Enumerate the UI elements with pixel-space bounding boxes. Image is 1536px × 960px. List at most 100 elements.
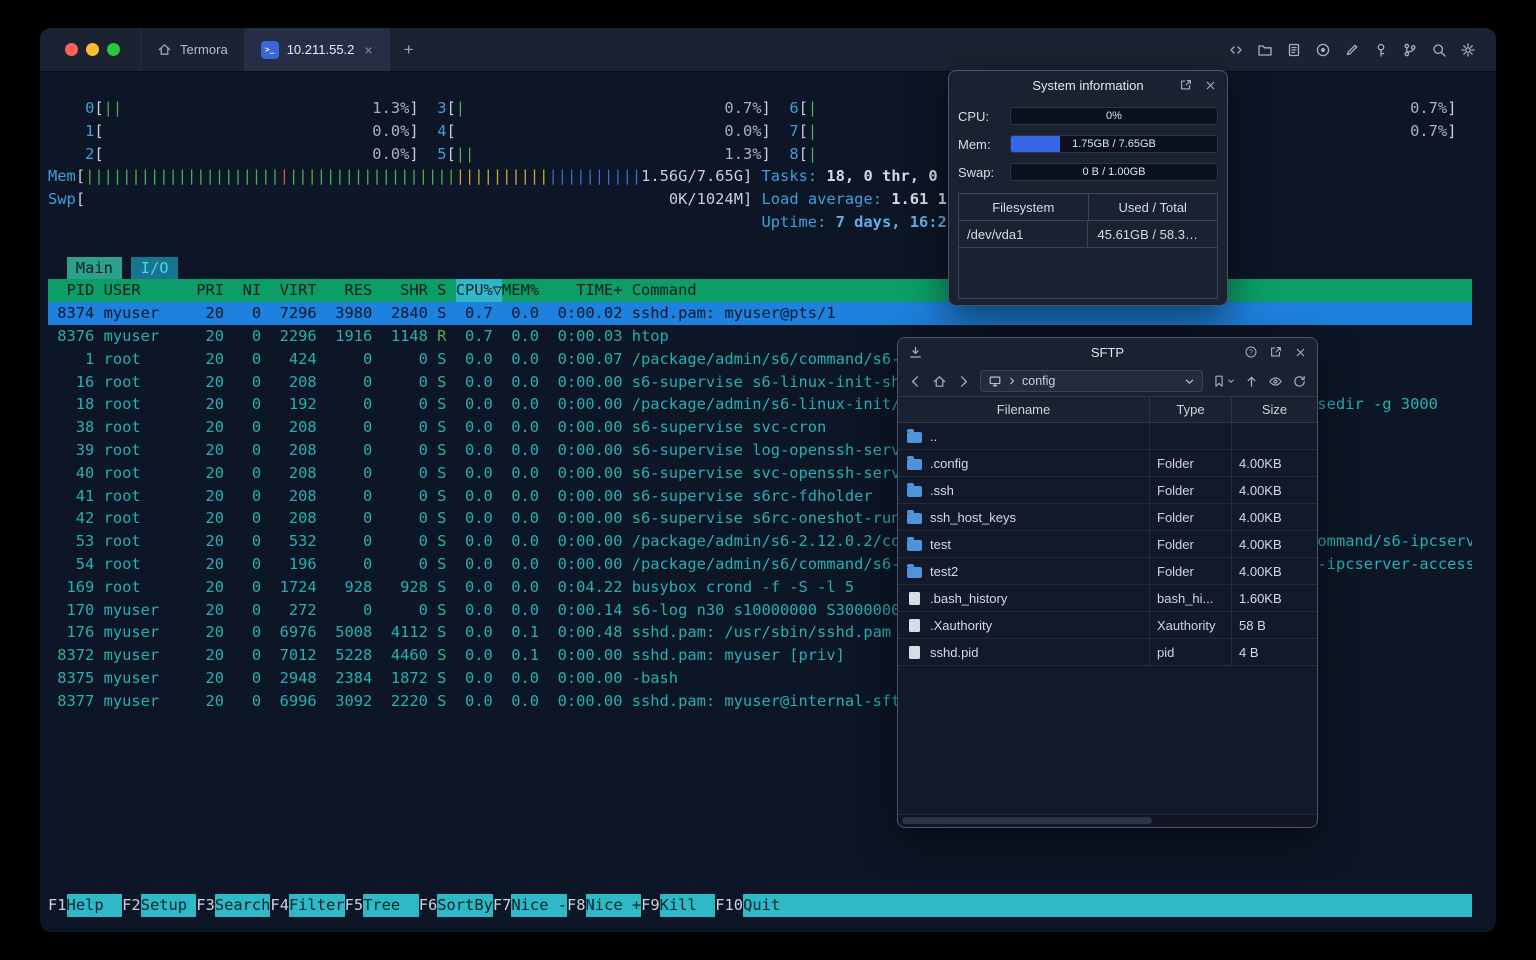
filesystem-usage: 45.61GB / 58.3… xyxy=(1086,221,1218,247)
branch-icon[interactable] xyxy=(1402,42,1418,58)
htop-tab-main[interactable]: Main xyxy=(66,256,123,280)
file-row[interactable]: test Folder 4.00KB xyxy=(898,531,1317,558)
file-type: Folder xyxy=(1149,504,1231,530)
key-icon[interactable] xyxy=(1373,42,1389,58)
script-icon[interactable] xyxy=(1286,42,1302,58)
function-key-button[interactable]: F4 Filter xyxy=(270,894,345,917)
filesystem-name: /dev/vda1 xyxy=(967,226,1024,242)
file-row[interactable]: .bash_history bash_hi... 1.60KB xyxy=(898,585,1317,612)
file-name: .bash_history xyxy=(930,590,1008,606)
file-table: .. .config Folder 4.00KB .ssh Folder 4.0… xyxy=(898,423,1317,666)
open-in-new-window-icon[interactable] xyxy=(1269,345,1283,359)
column-time: TIME+ xyxy=(576,281,623,300)
close-window-button[interactable] xyxy=(65,43,78,56)
uptime-line: Uptime: 7 days, 16:21:15 xyxy=(48,211,1472,234)
filesystem-table: Filesystem Used / Total /dev/vda1 45.61G… xyxy=(958,193,1218,299)
function-key-button[interactable]: F3 Search xyxy=(196,894,270,917)
process-table-header[interactable]: PID USER PRI NI VIRT RES SHR S CPU%▽ MEM… xyxy=(48,279,1472,303)
panel-titlebar[interactable]: System information xyxy=(949,71,1227,99)
file-type-icon xyxy=(907,509,922,524)
file-type-icon xyxy=(909,591,920,605)
open-in-new-window-icon[interactable] xyxy=(1179,78,1193,92)
help-icon[interactable]: ? xyxy=(1244,345,1258,359)
file-size: 4.00KB xyxy=(1231,450,1317,476)
file-size: 4 B xyxy=(1231,639,1317,665)
file-name: .. xyxy=(930,428,938,444)
close-icon[interactable] xyxy=(1294,346,1307,359)
filesystem-row[interactable]: /dev/vda1 45.61GB / 58.3… xyxy=(959,221,1217,248)
panel-title: SFTP xyxy=(1090,344,1125,360)
edit-icon[interactable] xyxy=(1344,42,1360,58)
function-key-button[interactable]: F7 Nice - xyxy=(493,894,567,917)
file-type: Folder xyxy=(1149,450,1231,476)
code-icon[interactable] xyxy=(1228,42,1244,58)
function-key-button[interactable]: F8 Nice + xyxy=(567,894,641,917)
path-breadcrumb[interactable]: config xyxy=(980,370,1203,392)
process-row[interactable]: 8374 myuser 20 0 7296 3980 2840 S 0.7 0.… xyxy=(48,302,1472,325)
minimize-window-button[interactable] xyxy=(86,43,99,56)
close-tab-icon[interactable]: × xyxy=(364,42,372,58)
uptime-label: Uptime: xyxy=(761,212,827,231)
panel-titlebar[interactable]: SFTP ? xyxy=(898,338,1317,366)
file-name: test2 xyxy=(930,563,959,579)
file-row[interactable]: .ssh Folder 4.00KB xyxy=(898,477,1317,504)
horizontal-scrollbar[interactable] xyxy=(899,814,1316,826)
search-icon[interactable] xyxy=(1431,42,1447,58)
tab-termora-home[interactable]: Termora xyxy=(140,28,244,71)
terminal-icon: >_ xyxy=(260,40,279,59)
file-type: bash_hi... xyxy=(1149,585,1231,611)
column-filesystem: Filesystem xyxy=(992,199,1055,215)
swap-label: Swap: xyxy=(958,164,995,180)
folder-icon[interactable] xyxy=(1257,42,1273,58)
close-icon[interactable] xyxy=(1204,79,1217,92)
function-key-button[interactable]: F10 Quit xyxy=(715,894,799,917)
file-name: .Xauthority xyxy=(930,617,993,633)
file-row[interactable]: .. xyxy=(898,423,1317,450)
file-name: test xyxy=(930,536,951,552)
bookmark-button[interactable] xyxy=(1212,374,1235,388)
column-virt: VIRT xyxy=(279,281,317,300)
column-mem: MEM% xyxy=(502,281,540,300)
traffic-lights xyxy=(40,28,140,71)
file-type-icon xyxy=(907,536,922,551)
file-size xyxy=(1231,423,1317,449)
tab-ssh-session[interactable]: >_ 10.211.55.2 × xyxy=(243,28,390,71)
computer-icon xyxy=(988,374,1002,388)
function-key-button[interactable]: F1 Help xyxy=(48,894,123,917)
refresh-icon[interactable] xyxy=(1292,374,1307,389)
function-key-button[interactable]: F9 Kill xyxy=(641,894,716,917)
zoom-window-button[interactable] xyxy=(107,43,120,56)
back-icon[interactable] xyxy=(908,374,923,389)
current-directory: config xyxy=(1022,374,1056,388)
upload-icon[interactable] xyxy=(1244,374,1259,389)
file-type: Xauthority xyxy=(1149,612,1231,638)
function-key-button[interactable]: F6 SortBy xyxy=(419,894,493,917)
file-row[interactable]: .config Folder 4.00KB xyxy=(898,450,1317,477)
htop-tab-io[interactable]: I/O xyxy=(131,256,178,280)
new-tab-button[interactable]: + xyxy=(390,28,428,71)
file-row[interactable]: sshd.pid pid 4 B xyxy=(898,639,1317,666)
file-type-icon xyxy=(907,482,922,497)
cpu-label: CPU: xyxy=(958,108,990,124)
chevron-down-icon[interactable] xyxy=(1184,376,1195,387)
file-type: Folder xyxy=(1149,558,1231,584)
file-row[interactable]: .Xauthority Xauthority 58 B xyxy=(898,612,1317,639)
column-state: S xyxy=(437,281,447,300)
show-hidden-eye-icon[interactable] xyxy=(1268,374,1283,389)
home-icon[interactable] xyxy=(932,374,947,389)
svg-text:?: ? xyxy=(1249,350,1253,357)
forward-icon[interactable] xyxy=(956,374,971,389)
file-row[interactable]: test2 Folder 4.00KB xyxy=(898,558,1317,585)
cpu-meter-row: 0[|| 1.3%] 3[| 0.7%] 6[| 0.7%] xyxy=(85,99,1457,117)
function-key-button[interactable]: F5 Tree xyxy=(345,894,419,917)
record-icon[interactable] xyxy=(1315,42,1331,58)
file-name: ssh_host_keys xyxy=(930,509,1016,525)
function-key-button[interactable]: F2 Setup xyxy=(122,894,197,917)
file-row[interactable]: ssh_host_keys Folder 4.00KB xyxy=(898,504,1317,531)
download-icon[interactable] xyxy=(908,345,923,360)
mem-progress-value: 1.75GB / 7.65GB xyxy=(1072,138,1156,150)
settings-gear-icon[interactable] xyxy=(1460,42,1476,58)
bookmark-icon xyxy=(1212,374,1226,388)
scrollbar-thumb[interactable] xyxy=(902,817,1153,824)
file-table-header[interactable]: Filename Type Size xyxy=(898,396,1317,423)
